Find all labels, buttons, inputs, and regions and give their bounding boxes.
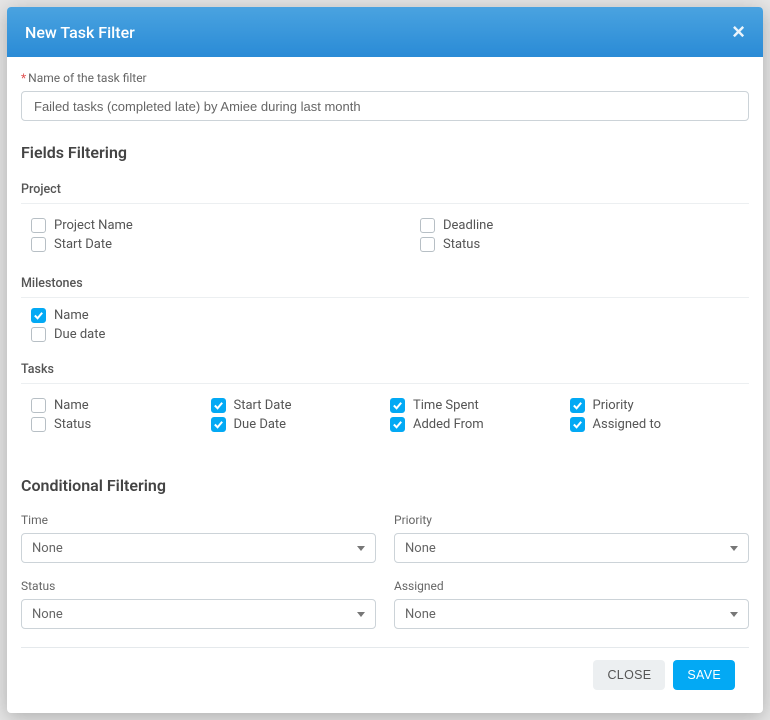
name-field-label-text: Name of the task filter xyxy=(28,71,146,85)
cond-time-col: Time None xyxy=(21,501,376,563)
priority-select-value: None xyxy=(405,541,436,556)
checkbox-label: Priority xyxy=(593,398,634,413)
chevron-down-icon xyxy=(730,612,738,617)
cond-priority-label: Priority xyxy=(394,513,749,527)
tasks-col4: Priority Assigned to xyxy=(570,394,750,436)
checkbox-label: Start Date xyxy=(54,237,112,252)
project-left-col: Project Name Start Date xyxy=(31,214,390,256)
cond-row-1: Time None Priority None xyxy=(21,501,749,563)
name-field-label: *Name of the task filter xyxy=(21,71,749,85)
checkbox-box[interactable] xyxy=(211,398,226,413)
conditional-filtering-title: Conditional Filtering xyxy=(21,476,749,495)
checkbox-task-addedfrom[interactable]: Added From xyxy=(390,417,570,432)
tasks-separator xyxy=(21,383,749,384)
assigned-select-value: None xyxy=(405,607,436,622)
checkbox-label: Status xyxy=(443,237,480,252)
cond-assigned-col: Assigned None xyxy=(394,567,749,629)
tasks-group-title: Tasks xyxy=(21,362,749,377)
milestones-group-title: Milestones xyxy=(21,276,749,291)
cond-priority-col: Priority None xyxy=(394,501,749,563)
modal-body: *Name of the task filter Fields Filterin… xyxy=(7,57,763,713)
time-select-value: None xyxy=(32,541,63,556)
checkbox-label: Status xyxy=(54,417,91,432)
checkbox-box[interactable] xyxy=(31,218,46,233)
checkbox-task-duedate[interactable]: Due Date xyxy=(211,417,391,432)
tasks-col2: Start Date Due Date xyxy=(211,394,391,436)
tasks-col1: Name Status xyxy=(31,394,211,436)
cond-time-label: Time xyxy=(21,513,376,527)
checkbox-task-name[interactable]: Name xyxy=(31,398,211,413)
project-group-title: Project xyxy=(21,182,749,197)
checkbox-task-priority[interactable]: Priority xyxy=(570,398,750,413)
new-task-filter-modal: New Task Filter × *Name of the task filt… xyxy=(7,7,763,713)
checkbox-label: Name xyxy=(54,308,89,323)
modal-header: New Task Filter × xyxy=(7,7,763,57)
checkbox-box[interactable] xyxy=(420,237,435,252)
tasks-row: Name Status Start Date Due Date xyxy=(21,394,749,436)
checkbox-milestone-name[interactable]: Name xyxy=(31,308,749,323)
status-select[interactable]: None xyxy=(21,599,376,629)
checkbox-box[interactable] xyxy=(31,237,46,252)
cond-status-label: Status xyxy=(21,579,376,593)
checkbox-box[interactable] xyxy=(31,398,46,413)
checkbox-box[interactable] xyxy=(31,417,46,432)
close-button[interactable]: CLOSE xyxy=(593,660,665,690)
checkbox-label: Deadline xyxy=(443,218,493,233)
checkbox-box[interactable] xyxy=(570,398,585,413)
status-select-value: None xyxy=(32,607,63,622)
project-separator xyxy=(21,203,749,204)
filter-name-input[interactable] xyxy=(21,91,749,121)
save-button[interactable]: SAVE xyxy=(673,660,735,690)
required-star: * xyxy=(21,71,26,85)
chevron-down-icon xyxy=(357,612,365,617)
checkbox-label: Assigned to xyxy=(593,417,662,432)
checkbox-label: Due date xyxy=(54,327,105,342)
checkbox-label: Time Spent xyxy=(413,398,479,413)
checkbox-box[interactable] xyxy=(31,308,46,323)
checkbox-label: Added From xyxy=(413,417,484,432)
checkbox-label: Start Date xyxy=(234,398,292,413)
assigned-select[interactable]: None xyxy=(394,599,749,629)
checkbox-box[interactable] xyxy=(390,398,405,413)
checkbox-project-name[interactable]: Project Name xyxy=(31,218,390,233)
checkbox-label: Name xyxy=(54,398,89,413)
chevron-down-icon xyxy=(730,546,738,551)
cond-assigned-label: Assigned xyxy=(394,579,749,593)
checkbox-box[interactable] xyxy=(420,218,435,233)
checkbox-task-timespent[interactable]: Time Spent xyxy=(390,398,570,413)
checkbox-task-assignedto[interactable]: Assigned to xyxy=(570,417,750,432)
project-row: Project Name Start Date Deadline Status xyxy=(21,214,749,256)
project-right-col: Deadline Status xyxy=(390,214,749,256)
checkbox-box[interactable] xyxy=(390,417,405,432)
modal-title: New Task Filter xyxy=(25,23,135,42)
chevron-down-icon xyxy=(357,546,365,551)
checkbox-project-startdate[interactable]: Start Date xyxy=(31,237,390,252)
checkbox-task-startdate[interactable]: Start Date xyxy=(211,398,391,413)
checkbox-box[interactable] xyxy=(211,417,226,432)
milestones-col: Name Due date xyxy=(21,308,749,342)
close-icon[interactable]: × xyxy=(732,21,745,43)
modal-footer: CLOSE SAVE xyxy=(21,647,749,702)
checkbox-label: Due Date xyxy=(234,417,287,432)
checkbox-task-status[interactable]: Status xyxy=(31,417,211,432)
tasks-col3: Time Spent Added From xyxy=(390,394,570,436)
priority-select[interactable]: None xyxy=(394,533,749,563)
checkbox-project-status[interactable]: Status xyxy=(420,237,749,252)
checkbox-project-deadline[interactable]: Deadline xyxy=(420,218,749,233)
cond-status-col: Status None xyxy=(21,567,376,629)
milestones-separator xyxy=(21,297,749,298)
checkbox-label: Project Name xyxy=(54,218,133,233)
time-select[interactable]: None xyxy=(21,533,376,563)
fields-filtering-title: Fields Filtering xyxy=(21,143,749,162)
checkbox-box[interactable] xyxy=(570,417,585,432)
cond-row-2: Status None Assigned None xyxy=(21,567,749,629)
checkbox-milestone-duedate[interactable]: Due date xyxy=(31,327,749,342)
checkbox-box[interactable] xyxy=(31,327,46,342)
